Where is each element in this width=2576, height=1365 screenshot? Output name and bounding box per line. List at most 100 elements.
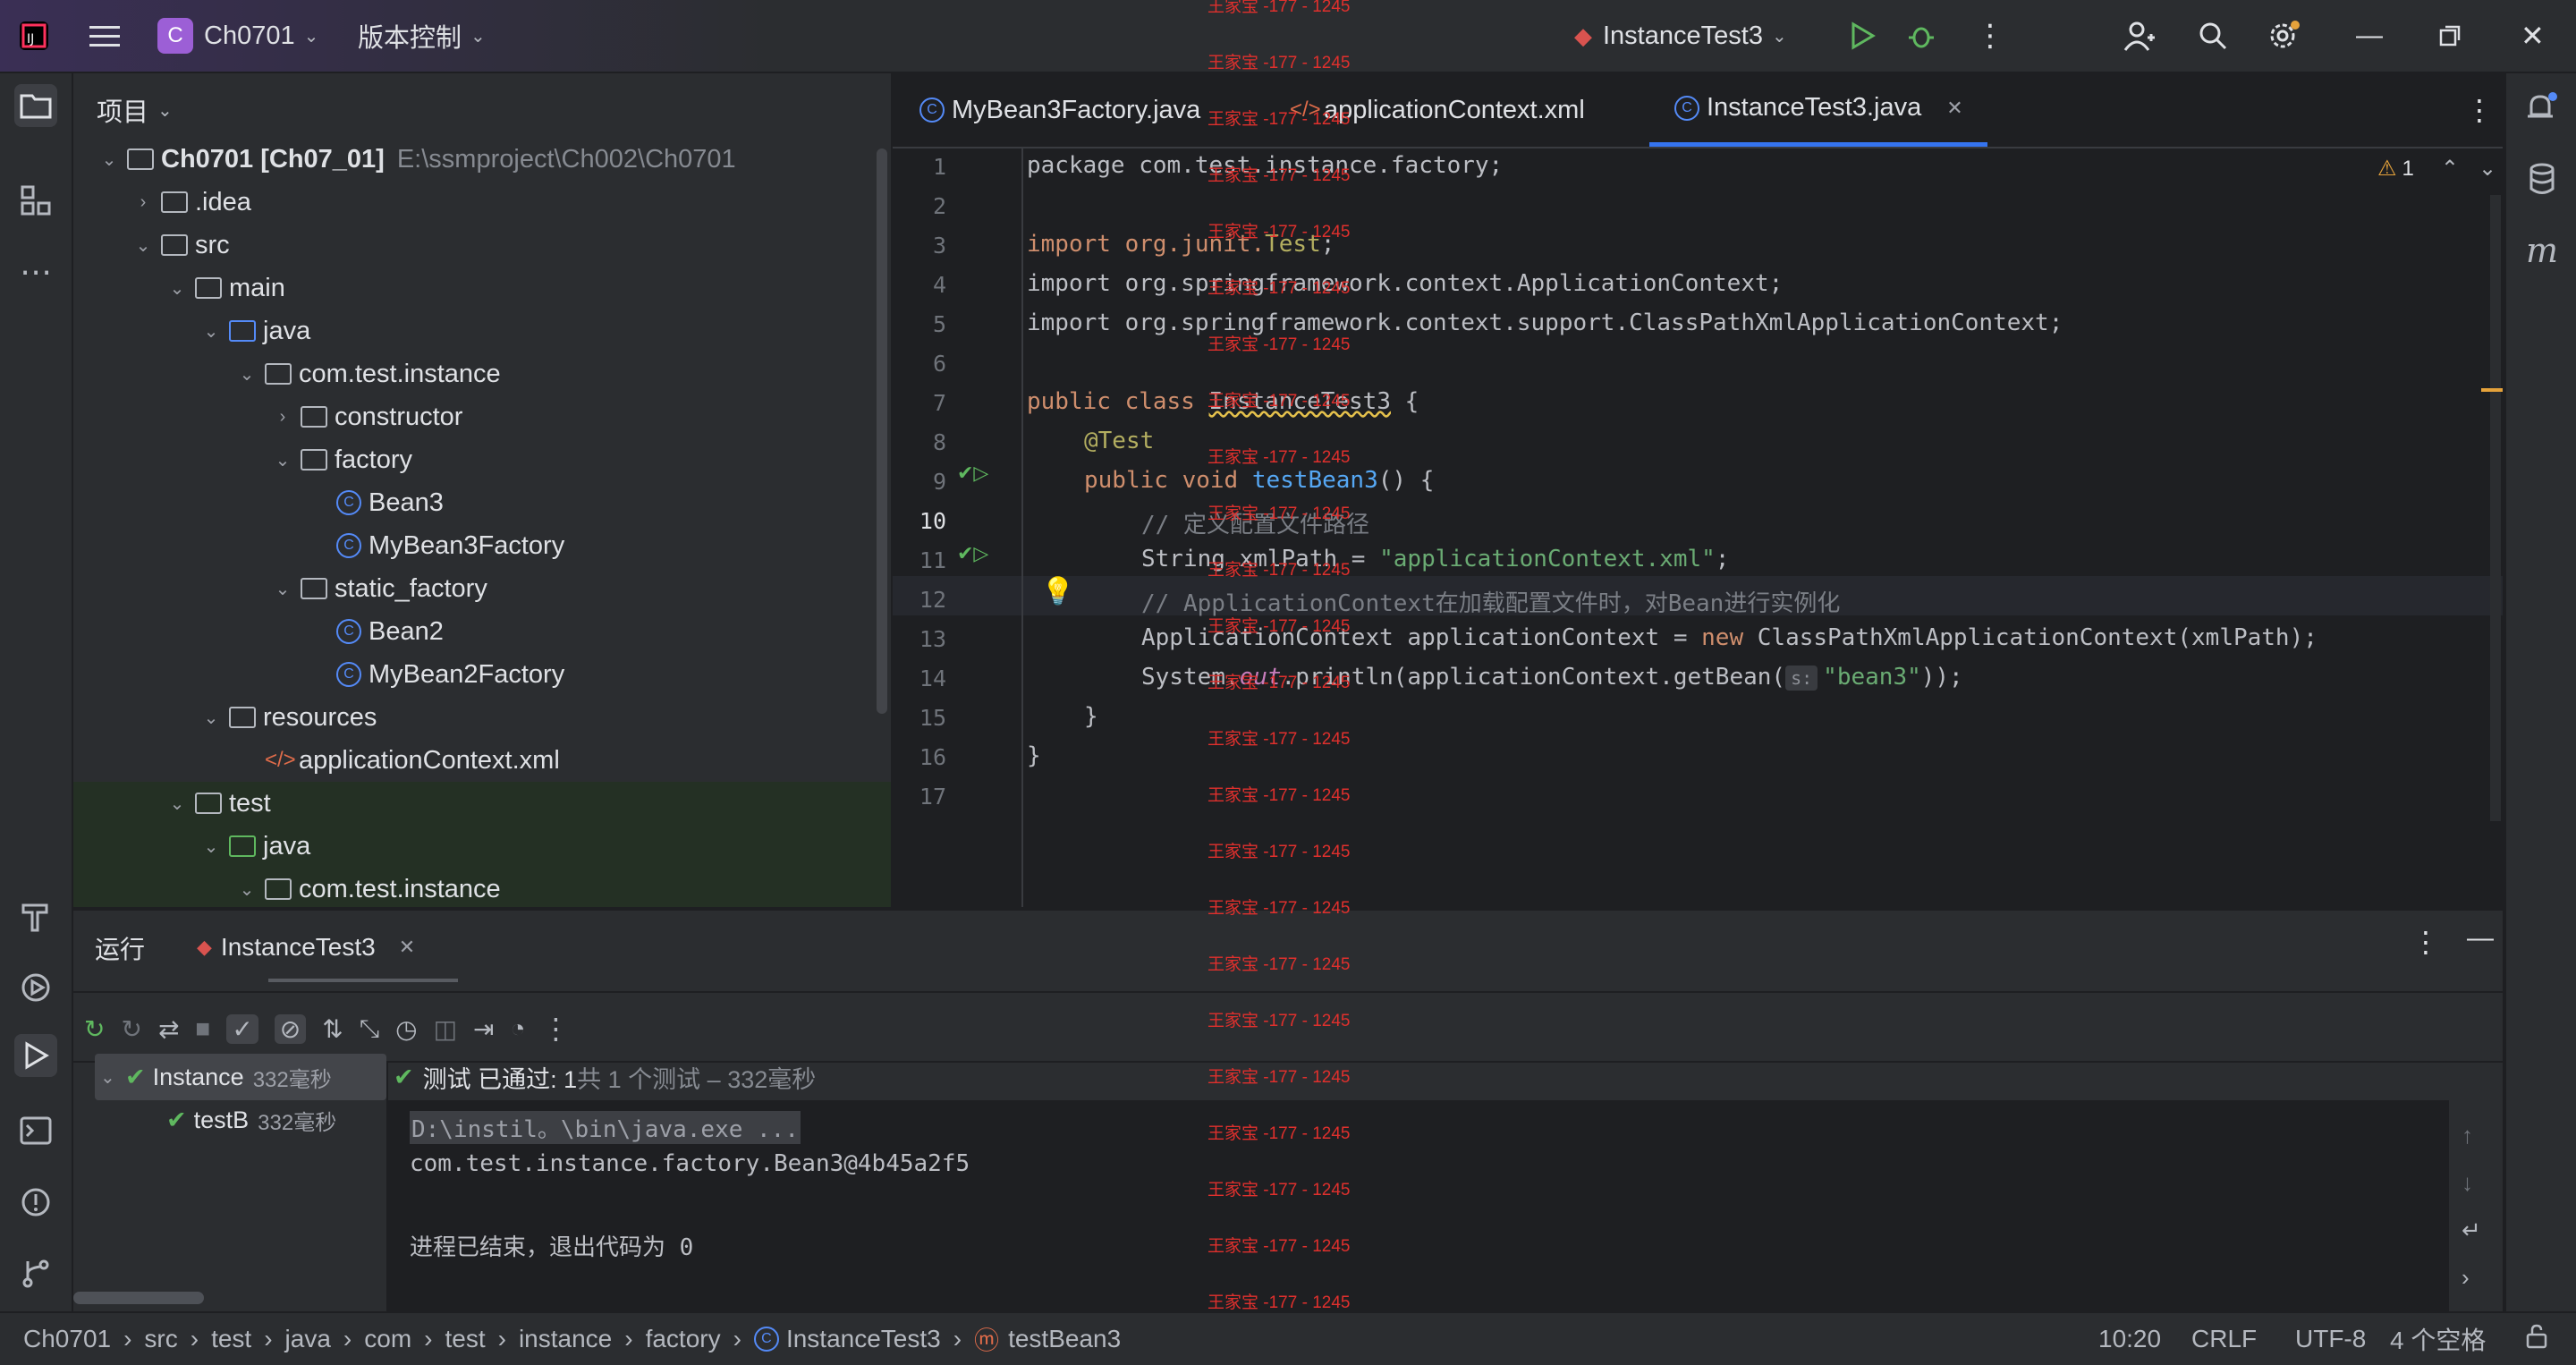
build-hammer-icon[interactable] <box>14 894 57 937</box>
run-config-selector[interactable]: ◆ InstanceTest3 ⌄ <box>1574 0 1787 72</box>
tree-item[interactable]: › .idea <box>73 181 891 224</box>
project-switcher[interactable]: C Ch0701 ⌄ <box>157 0 318 72</box>
settings-gear-icon[interactable] <box>2267 0 2302 72</box>
chevron-down-icon[interactable]: ⌄ <box>270 578 295 600</box>
breadcrumb-item[interactable]: com <box>364 1325 411 1353</box>
git-branch-icon[interactable] <box>14 1252 57 1295</box>
chevron-down-icon[interactable]: ⌄ <box>234 363 259 386</box>
chevron-down-icon[interactable]: ⌄ <box>234 878 259 901</box>
scroll-up-icon[interactable]: ↑ <box>2462 1122 2481 1149</box>
test-tree-item[interactable]: ✔ testB 332毫秒 <box>166 1100 336 1140</box>
scroll-down-icon[interactable]: ↓ <box>2462 1169 2481 1197</box>
database-icon[interactable] <box>2521 157 2563 200</box>
breadcrumb-item[interactable]: Ch0701 <box>23 1325 111 1353</box>
read-only-toggle-icon[interactable] <box>2524 1324 2549 1355</box>
vcs-menu[interactable]: 版本控制 ⌄ <box>358 0 486 72</box>
chevron-down-icon[interactable]: ⌄ <box>270 449 295 471</box>
tree-item[interactable]: C MyBean3Factory <box>73 524 891 567</box>
chevron-down-icon[interactable]: ⌄ <box>2479 156 2496 182</box>
tree-item[interactable]: ⌄ com.test.instance <box>73 352 891 395</box>
indent-setting[interactable]: 4 个空格 <box>2390 1321 2486 1357</box>
tree-item[interactable]: ⌄ com.test.instance <box>73 868 891 907</box>
soft-wrap-icon[interactable]: ↵ <box>2462 1217 2481 1244</box>
editor-scrollbar[interactable] <box>2490 195 2501 821</box>
test-history-icon[interactable]: ◷ <box>395 1014 417 1044</box>
chevron-right-icon[interactable]: › <box>131 192 156 213</box>
run-config-tab[interactable]: ◆ InstanceTest3 ✕ <box>197 925 415 970</box>
close-tab-icon[interactable]: ✕ <box>399 936 415 959</box>
hide-panel-icon[interactable]: — <box>2467 923 2494 954</box>
sort-alphabetically-icon[interactable]: ⇅ <box>322 1014 343 1044</box>
line-number[interactable]: 15 <box>893 705 946 731</box>
toolbar-more-icon[interactable]: ⋮ <box>541 1012 570 1046</box>
breadcrumb-item[interactable]: factory <box>646 1325 721 1353</box>
close-tab-icon[interactable]: ✕ <box>1946 97 1962 120</box>
debug-button[interactable] <box>1907 0 1936 72</box>
inspection-widget[interactable]: ⚠ 1 ⌃ ⌄ <box>2377 156 2496 182</box>
line-number[interactable]: 11 <box>893 547 946 573</box>
code-with-me-icon[interactable] <box>2123 0 2156 72</box>
line-number[interactable]: 2 <box>893 193 946 219</box>
line-number[interactable]: 14 <box>893 666 946 691</box>
tree-item[interactable]: ⌄ resources <box>73 696 891 739</box>
run-test-gutter-icon[interactable]: ✔▷ <box>957 462 988 485</box>
tree-item[interactable]: ⌄ Ch0701 [Ch07_01] E:\ssmproject\Ch002\Ch0… <box>73 138 891 181</box>
services-icon[interactable] <box>14 966 57 1009</box>
chevron-right-icon[interactable]: › <box>270 407 295 428</box>
search-icon[interactable] <box>2197 0 2229 72</box>
screenshot-icon[interactable]: ◫ <box>434 1014 457 1044</box>
line-number[interactable]: 13 <box>893 626 946 652</box>
tree-item[interactable]: C Bean3 <box>73 481 891 524</box>
line-number[interactable]: 8 <box>893 429 946 455</box>
tree-item[interactable]: ⌄ test <box>73 782 891 825</box>
code-area[interactable]: 1 2 3 4 5 6 7 8 9 10 11 12 13 14 15 16 17 ✔▷ ✔▷ 💡 packag… <box>893 148 2503 907</box>
problems-icon[interactable] <box>14 1181 57 1224</box>
chevron-down-icon[interactable]: ⌄ <box>131 234 156 257</box>
breadcrumb-item[interactable]: test <box>445 1325 485 1353</box>
line-number[interactable]: 9 <box>893 469 946 495</box>
console-line-command[interactable]: D:\instil。\bin\java.exe ... <box>410 1111 801 1144</box>
import-tests-icon[interactable]: ⇥ <box>473 1014 494 1044</box>
run-button[interactable] <box>1848 0 1877 72</box>
more-actions-icon[interactable]: ⋮ <box>1975 0 2005 72</box>
run-test-gutter-icon[interactable]: ✔▷ <box>957 542 988 565</box>
tree-item[interactable]: › constructor <box>73 395 891 438</box>
chevron-down-icon[interactable]: ⌄ <box>199 707 224 729</box>
structure-icon[interactable] <box>14 179 57 222</box>
chevron-down-icon[interactable]: ⌄ <box>199 320 224 343</box>
chevron-down-icon[interactable]: ⌄ <box>199 835 224 858</box>
rerun-icon[interactable]: ↻ <box>84 1014 105 1044</box>
tree-item[interactable]: ⌄ java <box>73 825 891 868</box>
show-passed-icon[interactable]: ✓ <box>226 1013 258 1044</box>
terminal-icon[interactable] <box>14 1109 57 1152</box>
expand-icon[interactable]: › <box>2462 1264 2481 1292</box>
line-number[interactable]: 12 <box>893 587 946 613</box>
tree-item[interactable]: ⌄ java <box>73 309 891 352</box>
caret-position[interactable]: 10:20 <box>2098 1325 2161 1353</box>
run-tool-icon[interactable] <box>14 1034 57 1077</box>
lightbulb-icon[interactable]: 💡 <box>1041 576 1074 607</box>
breadcrumb-item[interactable]: testBean3 <box>1008 1325 1121 1353</box>
tab-instancetest3[interactable]: C InstanceTest3.java ✕ <box>1649 73 1987 147</box>
close-window-icon[interactable]: ✕ <box>2521 0 2545 72</box>
project-tool-folder-icon[interactable] <box>14 84 57 127</box>
breadcrumb-item[interactable]: test <box>211 1325 251 1353</box>
run-panel-more-icon[interactable]: ⋮ <box>2411 925 2440 959</box>
chevron-down-icon[interactable]: ⌄ <box>165 793 190 815</box>
intellij-logo-icon[interactable]: IJ <box>16 0 52 72</box>
stop-icon[interactable]: ■ <box>195 1014 210 1043</box>
show-ignored-icon[interactable]: ⊘ <box>274 1013 307 1044</box>
main-menu-icon[interactable] <box>89 0 122 72</box>
maven-icon[interactable]: m <box>2521 229 2563 272</box>
sort-by-duration-icon[interactable]: ⤡ <box>360 1014 379 1044</box>
tab-more-icon[interactable]: ⋮ <box>2465 73 2494 147</box>
line-number[interactable]: 16 <box>893 744 946 770</box>
line-number[interactable]: 17 <box>893 784 946 810</box>
breadcrumb-item[interactable]: instance <box>519 1325 612 1353</box>
breadcrumb-item[interactable]: java <box>285 1325 331 1353</box>
tree-item[interactable]: C Bean2 <box>73 610 891 653</box>
project-panel-header[interactable]: 项目 ⌄ <box>97 91 173 129</box>
tree-item[interactable]: ⌄ factory <box>73 438 891 481</box>
test-tree-root[interactable]: ⌄ ✔ Instance 332毫秒 <box>100 1057 332 1097</box>
line-number[interactable]: 10 <box>893 508 946 534</box>
